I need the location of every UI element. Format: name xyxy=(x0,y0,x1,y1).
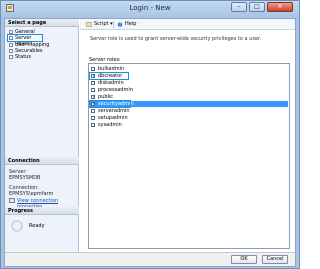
role-checkbox[interactable] xyxy=(91,88,95,92)
page-icon xyxy=(9,30,13,34)
page-icon xyxy=(9,36,13,40)
dialog-body: Select a page General Server Roles User … xyxy=(4,18,296,267)
toolbar: Script ▾ ? Help xyxy=(80,19,295,30)
connection-properties-icon xyxy=(9,198,15,203)
help-label: Help xyxy=(125,21,137,27)
server-value: EPMSYSMDB xyxy=(9,175,41,181)
select-page-header: Select a page xyxy=(5,19,79,27)
page-icon xyxy=(9,49,13,53)
role-checkbox[interactable] xyxy=(91,109,95,113)
role-name: sysadmin xyxy=(98,122,122,128)
role-name: setupadmin xyxy=(98,115,128,121)
page-item-label: Status xyxy=(15,54,31,60)
page-item-server-roles[interactable]: Server Roles xyxy=(7,34,43,47)
help-button[interactable]: ? Help xyxy=(117,21,136,28)
toolbar-separator xyxy=(113,21,114,28)
role-checkbox[interactable] xyxy=(91,67,95,71)
role-checkbox[interactable]: ✓ xyxy=(91,95,96,100)
title-bar[interactable]: Login - New – □ ✕ xyxy=(1,1,299,17)
progress-status: Ready xyxy=(29,223,45,229)
button-bar: OK Cancel xyxy=(5,252,295,266)
login-new-dialog: Login - New – □ ✕ Select a page General … xyxy=(0,0,300,269)
connection-value: EPMSYS\epmfarm xyxy=(9,191,54,197)
maximize-button[interactable]: □ xyxy=(249,2,265,12)
connection-header: Connection xyxy=(5,157,79,165)
page-item-status[interactable]: Status xyxy=(8,54,76,60)
server-role-description: Server role is used to grant server-wide… xyxy=(90,36,262,42)
right-pane: Script ▾ ? Help Server role is used to g… xyxy=(80,19,295,252)
list-item[interactable]: setupadmin xyxy=(90,115,288,121)
progress-spinner-icon xyxy=(11,220,23,232)
script-button[interactable]: Script ▾ xyxy=(86,21,113,28)
list-item[interactable]: processadmin xyxy=(90,87,288,93)
role-name: serveradmin xyxy=(98,108,130,114)
cancel-button[interactable]: Cancel xyxy=(262,255,288,264)
close-button[interactable]: ✕ xyxy=(267,2,293,12)
role-checkbox[interactable] xyxy=(91,81,95,85)
dbcreator-highlight xyxy=(89,72,129,80)
role-name: processadmin xyxy=(98,87,133,93)
role-name: diskadmin xyxy=(98,80,124,86)
script-label: Script xyxy=(94,21,109,27)
page-icon xyxy=(9,43,13,47)
ok-button[interactable]: OK xyxy=(231,255,257,264)
page-icon xyxy=(9,55,13,59)
list-item[interactable]: diskadmin xyxy=(90,80,288,86)
script-icon xyxy=(86,22,92,27)
role-checkbox[interactable] xyxy=(91,116,95,120)
minimize-button[interactable]: – xyxy=(231,2,247,12)
svg-text:?: ? xyxy=(119,22,121,27)
securityadmin-highlight xyxy=(89,100,131,108)
server-roles-list[interactable]: bulkadmin ✓ dbcreator diskadmin processa… xyxy=(88,63,290,249)
list-item[interactable]: sysadmin xyxy=(90,122,288,128)
progress-header: Progress xyxy=(5,207,79,215)
list-item[interactable]: serveradmin xyxy=(90,108,288,114)
role-checkbox[interactable] xyxy=(91,123,95,127)
help-icon: ? xyxy=(117,22,123,27)
left-pane: Select a page General Server Roles User … xyxy=(5,19,79,252)
